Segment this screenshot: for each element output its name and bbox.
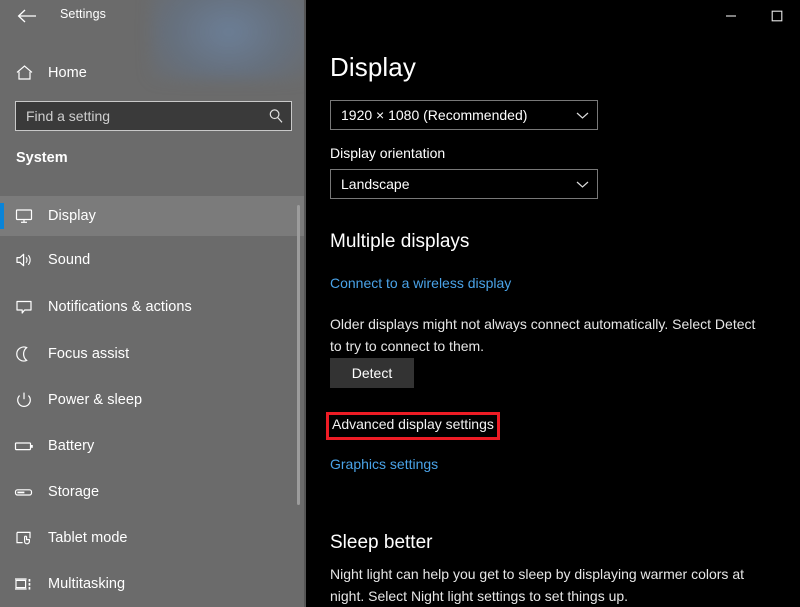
sidebar-item-focus-assist[interactable]: Focus assist: [0, 334, 304, 374]
resolution-value: 1920 × 1080 (Recommended): [331, 107, 567, 123]
sidebar-item-storage[interactable]: Storage: [0, 472, 304, 512]
sidebar-item-label: Multitasking: [48, 576, 125, 592]
chevron-down-icon: [567, 111, 597, 120]
search-box[interactable]: [15, 101, 292, 131]
speaker-icon: [0, 251, 48, 269]
sidebar-item-label: Display: [48, 208, 96, 224]
multitasking-icon: [0, 575, 48, 593]
sidebar-item-label: Focus assist: [48, 346, 129, 362]
sidebar-item-label: Sound: [48, 252, 90, 268]
sidebar-item-label: Storage: [48, 484, 99, 500]
storage-drive-icon: [0, 483, 48, 501]
tablet-touch-icon: [0, 529, 48, 547]
settings-window: Settings Home System: [0, 0, 800, 607]
orientation-dropdown[interactable]: Landscape: [330, 169, 598, 199]
connect-wireless-display-link[interactable]: Connect to a wireless display: [330, 275, 511, 291]
sidebar-item-tablet-mode[interactable]: Tablet mode: [0, 518, 304, 558]
window-controls: [708, 0, 800, 32]
speech-bubble-icon: [0, 298, 48, 316]
orientation-value: Landscape: [331, 176, 567, 192]
sidebar-item-label: Power & sleep: [48, 392, 142, 408]
selection-indicator: [0, 203, 4, 229]
chevron-down-icon: [567, 180, 597, 189]
sleep-better-description: Night light can help you get to sleep by…: [330, 563, 760, 607]
advanced-display-settings-link[interactable]: Advanced display settings: [332, 416, 494, 432]
power-icon: [0, 391, 48, 409]
main-content: Display 1920 × 1080 (Recommended) Displa…: [308, 0, 800, 607]
search-input[interactable]: [16, 108, 261, 124]
search-icon[interactable]: [261, 108, 291, 124]
resolution-dropdown[interactable]: 1920 × 1080 (Recommended): [330, 100, 598, 130]
sidebar-item-display[interactable]: Display: [0, 196, 304, 236]
sidebar-item-label: Home: [48, 65, 87, 81]
orientation-label: Display orientation: [330, 145, 445, 161]
home-icon: [0, 64, 48, 82]
sidebar-item-battery[interactable]: Battery: [0, 426, 304, 466]
sidebar: Settings Home System: [0, 0, 306, 607]
multiple-displays-description: Older displays might not always connect …: [330, 313, 760, 357]
sidebar-titlebar: Settings: [0, 0, 306, 32]
sidebar-item-notifications[interactable]: Notifications & actions: [0, 287, 304, 327]
sidebar-item-power-sleep[interactable]: Power & sleep: [0, 380, 304, 420]
page-title: Display: [330, 52, 416, 83]
detect-button[interactable]: Detect: [330, 358, 414, 388]
app-title: Settings: [60, 7, 106, 21]
sidebar-item-sound[interactable]: Sound: [0, 240, 304, 280]
sidebar-item-home[interactable]: Home: [0, 53, 304, 93]
multiple-displays-heading: Multiple displays: [330, 231, 469, 253]
battery-icon: [0, 437, 48, 455]
monitor-icon: [0, 207, 48, 225]
sidebar-group-heading: System: [16, 150, 68, 166]
back-arrow-icon[interactable]: [7, 2, 47, 30]
sidebar-scrollbar-thumb[interactable]: [297, 205, 300, 505]
maximize-icon[interactable]: [754, 0, 800, 32]
sidebar-divider: [304, 0, 306, 607]
moon-icon: [0, 345, 48, 363]
sidebar-item-label: Battery: [48, 438, 94, 454]
sleep-better-heading: Sleep better: [330, 532, 432, 554]
graphics-settings-link[interactable]: Graphics settings: [330, 456, 438, 472]
sidebar-item-label: Notifications & actions: [48, 299, 192, 315]
minimize-icon[interactable]: [708, 0, 754, 32]
sidebar-item-multitasking[interactable]: Multitasking: [0, 564, 304, 604]
sidebar-item-label: Tablet mode: [48, 530, 128, 546]
